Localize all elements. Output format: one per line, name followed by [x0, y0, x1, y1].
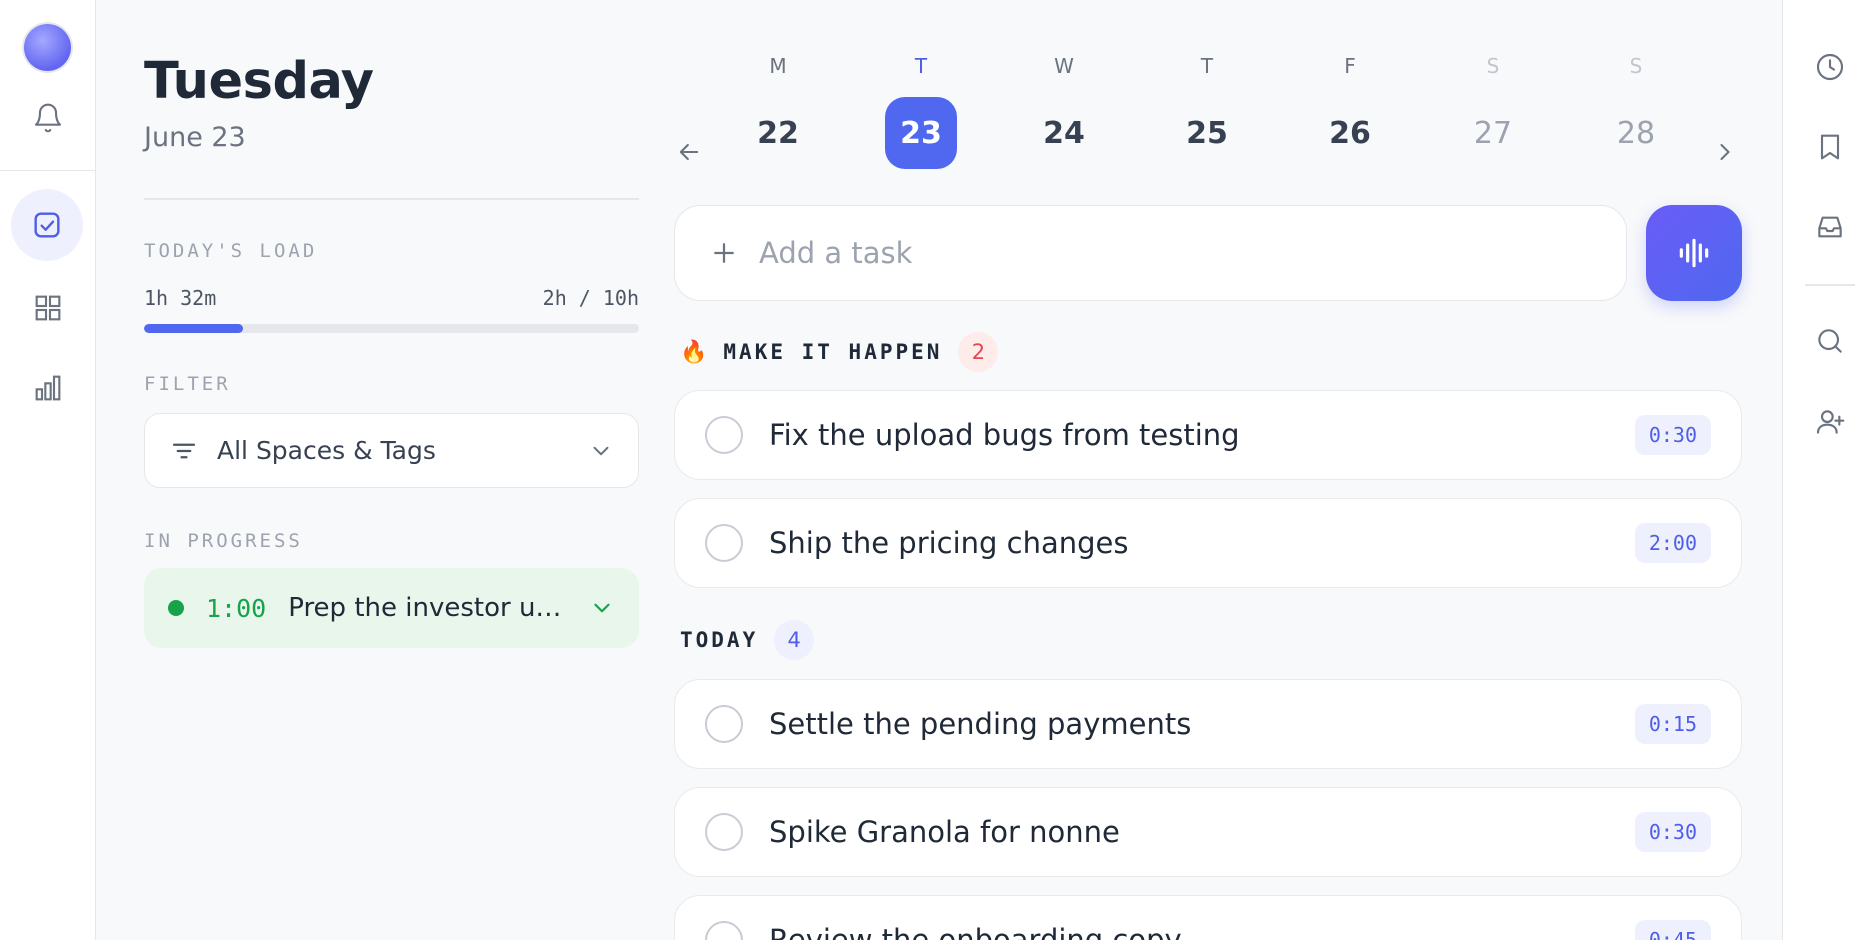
weekday-letter: T: [1200, 54, 1214, 78]
group-title: MAKE IT HAPPEN: [723, 340, 943, 364]
weekday-letter: M: [769, 54, 787, 78]
in-progress-label: IN PROGRESS: [144, 530, 303, 552]
load-progress-fill: [144, 324, 243, 333]
add-task-field[interactable]: [674, 205, 1627, 301]
group-count-badge: 4: [774, 620, 815, 660]
running-dot: [168, 600, 184, 616]
filter-value: All Spaces & Tags: [217, 436, 436, 465]
prev-week-arrow-icon[interactable]: [673, 136, 705, 168]
task-duration-badge[interactable]: 0:45: [1634, 920, 1711, 940]
day-22[interactable]: 22: [742, 97, 814, 169]
day-27[interactable]: 27: [1457, 97, 1529, 169]
right-sidebar: [1782, 0, 1876, 940]
task-title: Fix the upload bugs from testing: [769, 418, 1240, 452]
task-checkbox[interactable]: [705, 921, 743, 940]
weekday-letter: S: [1629, 54, 1643, 78]
page-title: Tuesday: [144, 52, 374, 111]
page-date: June 23: [144, 122, 246, 153]
bell-icon[interactable]: [22, 92, 74, 144]
group-header-make-it-happen: 🔥 MAKE IT HAPPEN 2: [680, 332, 999, 372]
chevron-down-icon[interactable]: [589, 595, 615, 621]
weekday-letter: F: [1344, 54, 1356, 78]
bookmark-icon[interactable]: [1811, 128, 1849, 166]
avatar[interactable]: [24, 24, 71, 71]
check-square-icon[interactable]: [11, 189, 83, 261]
header-divider: [144, 198, 639, 200]
rail-divider: [1805, 284, 1855, 286]
load-total: 2h / 10h: [542, 286, 639, 310]
load-used: 1h 32m: [144, 286, 217, 310]
task-title: Review the onboarding copy: [769, 923, 1182, 940]
chevron-down-icon: [588, 438, 614, 464]
filter-dropdown[interactable]: All Spaces & Tags: [144, 413, 639, 488]
group-count-badge: 2: [958, 332, 999, 372]
task-item[interactable]: Spike Granola for nonne 0:30: [674, 787, 1742, 877]
task-item[interactable]: Settle the pending payments 0:15: [674, 679, 1742, 769]
voice-input-button[interactable]: [1646, 205, 1742, 301]
task-duration-badge[interactable]: 0:15: [1634, 704, 1711, 744]
task-title: Settle the pending payments: [769, 707, 1192, 741]
task-item[interactable]: Ship the pricing changes 2:00: [674, 498, 1742, 588]
task-title: Ship the pricing changes: [769, 526, 1129, 560]
group-title: TODAY: [680, 628, 759, 652]
day-23-selected[interactable]: 23: [885, 97, 957, 169]
task-duration-badge[interactable]: 2:00: [1634, 523, 1711, 563]
fire-icon: 🔥: [680, 339, 708, 365]
weekday-letter: S: [1486, 54, 1500, 78]
day-28[interactable]: 28: [1600, 97, 1672, 169]
next-week-chevron-icon[interactable]: [1709, 136, 1741, 168]
add-task-input[interactable]: [759, 236, 1592, 270]
weekday-letter: T: [914, 54, 928, 78]
task-item[interactable]: Review the onboarding copy 0:45: [674, 895, 1742, 940]
search-icon[interactable]: [1811, 322, 1849, 360]
add-user-icon[interactable]: [1811, 403, 1849, 441]
rail-divider: [0, 170, 96, 171]
load-label: TODAY'S LOAD: [144, 240, 318, 262]
day-25[interactable]: 25: [1171, 97, 1243, 169]
task-duration-badge[interactable]: 0:30: [1634, 415, 1711, 455]
audio-wave-icon: [1679, 238, 1709, 268]
task-checkbox[interactable]: [705, 524, 743, 562]
load-progress-bar: [144, 324, 639, 333]
bar-chart-icon[interactable]: [22, 362, 74, 414]
day-26[interactable]: 26: [1314, 97, 1386, 169]
in-progress-task[interactable]: 1:00 Prep the investor up…: [144, 568, 639, 648]
task-checkbox[interactable]: [705, 416, 743, 454]
main-panel: Tuesday June 23 TODAY'S LOAD 1h 32m 2h /…: [96, 0, 1782, 940]
left-sidebar: [0, 0, 96, 940]
day-24[interactable]: 24: [1028, 97, 1100, 169]
task-checkbox[interactable]: [705, 813, 743, 851]
weekday-letter: W: [1054, 54, 1074, 78]
task-duration-badge[interactable]: 0:30: [1634, 812, 1711, 852]
inbox-icon[interactable]: [1811, 208, 1849, 246]
filter-label: FILTER: [144, 373, 231, 395]
plus-icon: [709, 238, 739, 268]
group-header-today: TODAY 4: [680, 620, 815, 660]
in-progress-title: Prep the investor up…: [288, 593, 575, 623]
filter-icon: [169, 436, 199, 466]
task-item[interactable]: Fix the upload bugs from testing 0:30: [674, 390, 1742, 480]
in-progress-time: 1:00: [206, 593, 267, 623]
clock-icon[interactable]: [1811, 48, 1849, 86]
task-checkbox[interactable]: [705, 705, 743, 743]
task-title: Spike Granola for nonne: [769, 815, 1120, 849]
grid-icon[interactable]: [22, 282, 74, 334]
